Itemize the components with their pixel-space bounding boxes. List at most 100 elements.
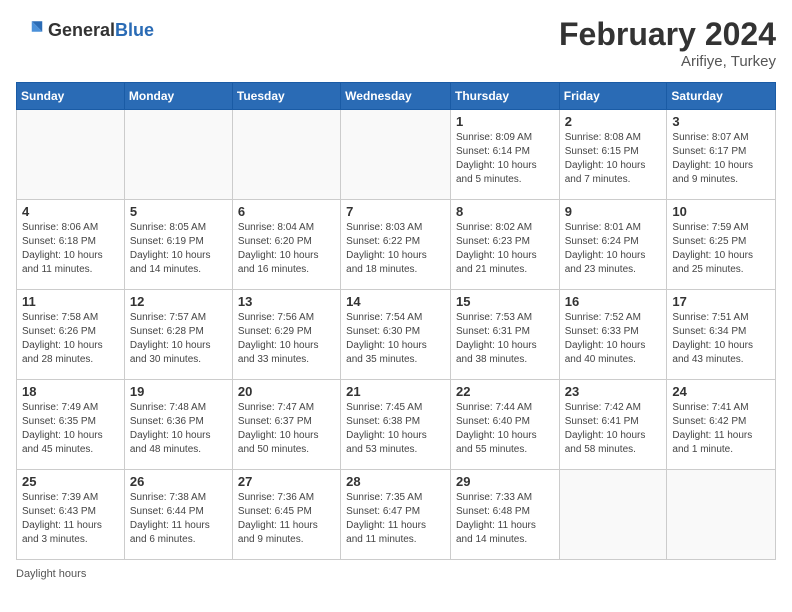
day-number: 8 — [456, 204, 554, 219]
day-info: Sunrise: 8:08 AMSunset: 6:15 PMDaylight:… — [565, 131, 662, 187]
day-info: Sunrise: 8:02 AMSunset: 6:23 PMDaylight:… — [456, 221, 554, 277]
calendar-cell: 8 Sunrise: 8:02 AMSunset: 6:23 PMDaylight… — [450, 200, 559, 290]
calendar-cell — [559, 470, 667, 560]
calendar-cell: 20Sunrise: 7:47 AMSunset: 6:37 PMDayligh… — [232, 380, 340, 470]
day-number: 3 — [672, 114, 770, 129]
day-number: 16 — [565, 294, 662, 309]
week-row-4: 18 Sunrise: 7:49 AMSunset: 6:35 PMDayligh… — [17, 380, 776, 470]
day-number: 26 — [130, 474, 227, 489]
calendar-cell: 3Sunrise: 8:07 AMSunset: 6:17 PMDaylight… — [667, 110, 776, 200]
calendar-cell: 9Sunrise: 8:01 AMSunset: 6:24 PMDaylight… — [559, 200, 667, 290]
calendar-cell: 2 Sunrise: 8:08 AMSunset: 6:15 PMDaylight… — [559, 110, 667, 200]
calendar-cell: 7 Sunrise: 8:03 AMSunset: 6:22 PMDaylight… — [341, 200, 451, 290]
day-number: 27 — [238, 474, 335, 489]
day-info: Sunrise: 7:53 AMSunset: 6:31 PMDaylight:… — [456, 311, 554, 367]
day-number: 4 — [22, 204, 119, 219]
day-number: 10 — [672, 204, 770, 219]
day-number: 22 — [456, 384, 554, 399]
day-info: Sunrise: 7:45 AMSunset: 6:38 PMDaylight:… — [346, 401, 445, 457]
day-number: 28 — [346, 474, 445, 489]
calendar-cell: 6 Sunrise: 8:04 AMSunset: 6:20 PMDaylight… — [232, 200, 340, 290]
weekday-header-wednesday: Wednesday — [341, 83, 451, 110]
day-info: Sunrise: 7:38 AMSunset: 6:44 PMDaylight:… — [130, 491, 227, 547]
day-number: 14 — [346, 294, 445, 309]
logo-icon — [16, 16, 44, 44]
day-number: 19 — [130, 384, 227, 399]
weekday-header-tuesday: Tuesday — [232, 83, 340, 110]
day-info: Sunrise: 7:59 AMSunset: 6:25 PMDaylight:… — [672, 221, 770, 277]
day-info: Sunrise: 7:42 AMSunset: 6:41 PMDaylight:… — [565, 401, 662, 457]
week-row-5: 25Sunrise: 7:39 AMSunset: 6:43 PMDayligh… — [17, 470, 776, 560]
logo-general: General — [48, 20, 115, 40]
calendar-cell: 23 Sunrise: 7:42 AMSunset: 6:41 PMDayligh… — [559, 380, 667, 470]
day-info: Sunrise: 8:09 AMSunset: 6:14 PMDaylight:… — [456, 131, 554, 187]
calendar-cell — [341, 110, 451, 200]
day-info: Sunrise: 8:01 AMSunset: 6:24 PMDaylight:… — [565, 221, 662, 277]
day-info: Sunrise: 7:57 AMSunset: 6:28 PMDaylight:… — [130, 311, 227, 367]
day-info: Sunrise: 8:06 AMSunset: 6:18 PMDaylight:… — [22, 221, 119, 277]
logo: GeneralBlue — [16, 16, 154, 44]
day-number: 2 — [565, 114, 662, 129]
calendar-cell — [232, 110, 340, 200]
day-info: Sunrise: 7:58 AMSunset: 6:26 PMDaylight:… — [22, 311, 119, 367]
day-number: 15 — [456, 294, 554, 309]
calendar-table: SundayMondayTuesdayWednesdayThursdayFrid… — [16, 82, 776, 560]
day-info: Sunrise: 8:03 AMSunset: 6:22 PMDaylight:… — [346, 221, 445, 277]
calendar-cell: 29 Sunrise: 7:33 AMSunset: 6:48 PMDayligh… — [450, 470, 559, 560]
day-info: Sunrise: 8:04 AMSunset: 6:20 PMDaylight:… — [238, 221, 335, 277]
day-number: 5 — [130, 204, 227, 219]
weekday-header-saturday: Saturday — [667, 83, 776, 110]
title-block: February 2024 Arifiye, Turkey — [559, 16, 776, 70]
day-number: 23 — [565, 384, 662, 399]
day-number: 29 — [456, 474, 554, 489]
calendar-cell: 4 Sunrise: 8:06 AMSunset: 6:18 PMDaylight… — [17, 200, 125, 290]
day-info: Sunrise: 8:05 AMSunset: 6:19 PMDaylight:… — [130, 221, 227, 277]
calendar-cell: 18 Sunrise: 7:49 AMSunset: 6:35 PMDayligh… — [17, 380, 125, 470]
calendar-location: Arifiye, Turkey — [559, 53, 776, 70]
day-number: 13 — [238, 294, 335, 309]
calendar-cell: 13Sunrise: 7:56 AMSunset: 6:29 PMDayligh… — [232, 290, 340, 380]
week-row-1: 1 Sunrise: 8:09 AMSunset: 6:14 PMDaylight… — [17, 110, 776, 200]
weekday-header-sunday: Sunday — [17, 83, 125, 110]
weekday-row: SundayMondayTuesdayWednesdayThursdayFrid… — [17, 83, 776, 110]
page-header: GeneralBlue February 2024 Arifiye, Turke… — [16, 16, 776, 70]
day-number: 7 — [346, 204, 445, 219]
calendar-body: 1 Sunrise: 8:09 AMSunset: 6:14 PMDaylight… — [17, 110, 776, 560]
day-info: Sunrise: 7:54 AMSunset: 6:30 PMDaylight:… — [346, 311, 445, 367]
calendar-cell: 25Sunrise: 7:39 AMSunset: 6:43 PMDayligh… — [17, 470, 125, 560]
calendar-cell: 28Sunrise: 7:35 AMSunset: 6:47 PMDayligh… — [341, 470, 451, 560]
calendar-cell: 12Sunrise: 7:57 AMSunset: 6:28 PMDayligh… — [124, 290, 232, 380]
calendar-cell: 1 Sunrise: 8:09 AMSunset: 6:14 PMDaylight… — [450, 110, 559, 200]
day-info: Sunrise: 7:48 AMSunset: 6:36 PMDaylight:… — [130, 401, 227, 457]
calendar-cell: 17Sunrise: 7:51 AMSunset: 6:34 PMDayligh… — [667, 290, 776, 380]
day-number: 21 — [346, 384, 445, 399]
day-number: 20 — [238, 384, 335, 399]
weekday-header-friday: Friday — [559, 83, 667, 110]
calendar-cell: 11 Sunrise: 7:58 AMSunset: 6:26 PMDayligh… — [17, 290, 125, 380]
day-info: Sunrise: 7:41 AMSunset: 6:42 PMDaylight:… — [672, 401, 770, 457]
calendar-cell — [124, 110, 232, 200]
day-number: 11 — [22, 294, 119, 309]
footer: Daylight hours — [16, 568, 776, 580]
day-info: Sunrise: 7:36 AMSunset: 6:45 PMDaylight:… — [238, 491, 335, 547]
week-row-2: 4 Sunrise: 8:06 AMSunset: 6:18 PMDaylight… — [17, 200, 776, 290]
day-info: Sunrise: 7:39 AMSunset: 6:43 PMDaylight:… — [22, 491, 119, 547]
day-info: Sunrise: 7:51 AMSunset: 6:34 PMDaylight:… — [672, 311, 770, 367]
day-number: 1 — [456, 114, 554, 129]
calendar-cell: 26 Sunrise: 7:38 AMSunset: 6:44 PMDayligh… — [124, 470, 232, 560]
day-number: 18 — [22, 384, 119, 399]
calendar-cell: 24 Sunrise: 7:41 AMSunset: 6:42 PMDayligh… — [667, 380, 776, 470]
day-info: Sunrise: 7:49 AMSunset: 6:35 PMDaylight:… — [22, 401, 119, 457]
calendar-cell: 16Sunrise: 7:52 AMSunset: 6:33 PMDayligh… — [559, 290, 667, 380]
calendar-cell: 22Sunrise: 7:44 AMSunset: 6:40 PMDayligh… — [450, 380, 559, 470]
daylight-label: Daylight hours — [16, 568, 86, 580]
day-number: 24 — [672, 384, 770, 399]
logo-blue: Blue — [115, 20, 154, 40]
weekday-header-monday: Monday — [124, 83, 232, 110]
day-number: 6 — [238, 204, 335, 219]
calendar-cell: 14 Sunrise: 7:54 AMSunset: 6:30 PMDayligh… — [341, 290, 451, 380]
calendar-cell — [17, 110, 125, 200]
logo-text: GeneralBlue — [48, 20, 154, 41]
calendar-cell: 10 Sunrise: 7:59 AMSunset: 6:25 PMDayligh… — [667, 200, 776, 290]
day-info: Sunrise: 7:33 AMSunset: 6:48 PMDaylight:… — [456, 491, 554, 547]
